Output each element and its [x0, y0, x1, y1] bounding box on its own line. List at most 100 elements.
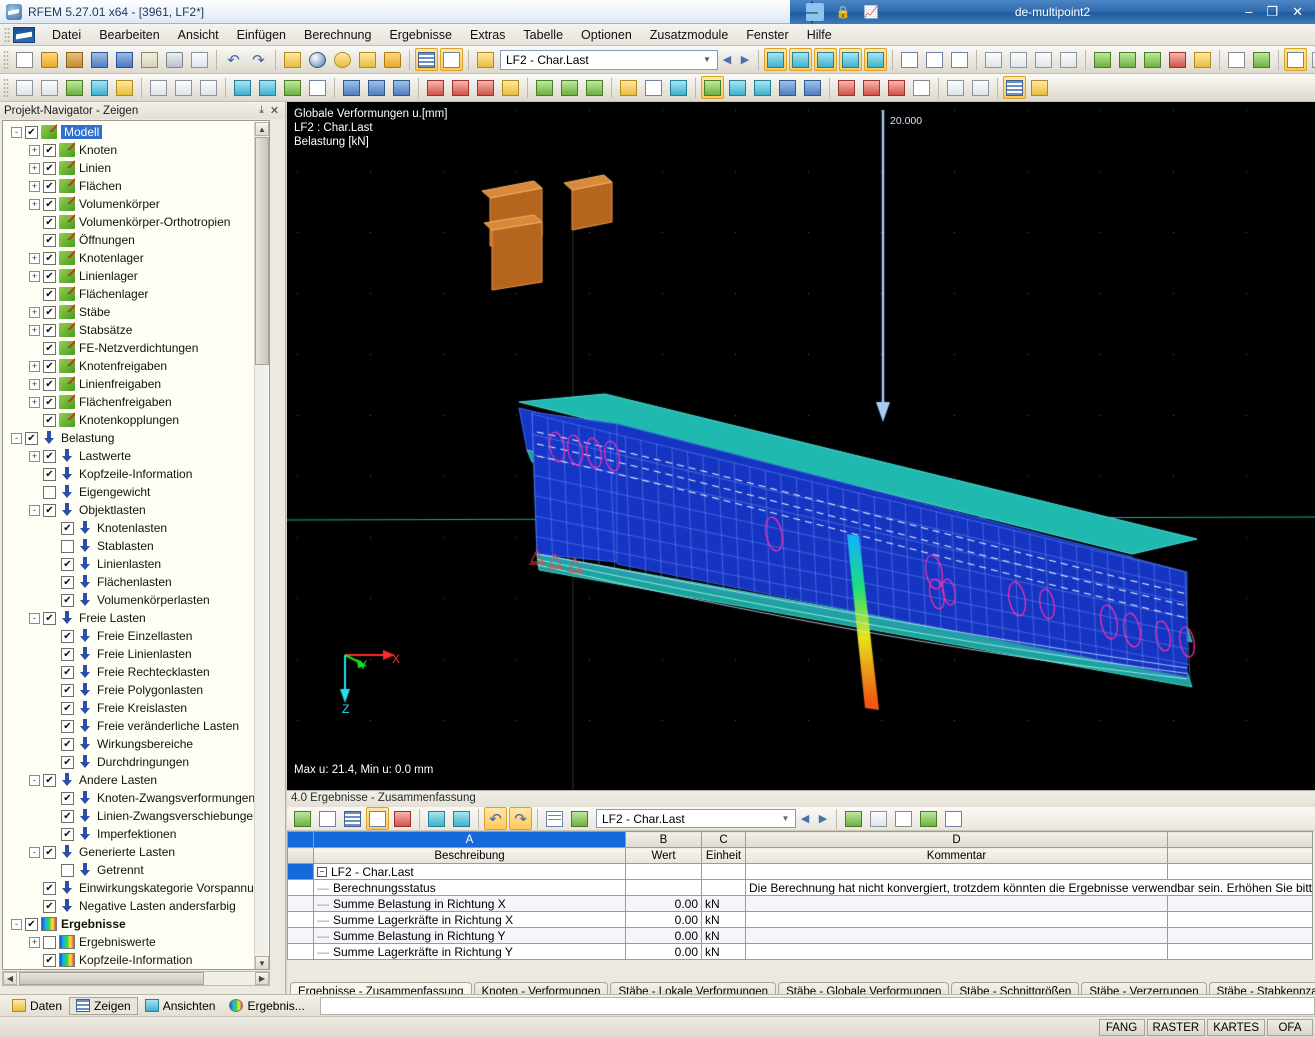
row-header-cell[interactable]: [288, 864, 314, 880]
zoom-window-button[interactable]: [1007, 48, 1030, 71]
table-print-button[interactable]: [867, 807, 890, 830]
table-excel-button[interactable]: [917, 807, 940, 830]
isolines-toggle-button[interactable]: [701, 76, 724, 99]
zoom-all-button[interactable]: [982, 48, 1005, 71]
menu-item-extras[interactable]: Extras: [461, 26, 514, 44]
open-button[interactable]: [38, 48, 61, 71]
show-solids-button[interactable]: [864, 48, 887, 71]
table-row[interactable]: —Summe Belastung in Richtung X0.00kN: [288, 896, 1313, 912]
tree-expander-icon[interactable]: +: [29, 181, 40, 192]
menu-item-tabelle[interactable]: Tabelle: [514, 26, 572, 44]
tree-item[interactable]: Stablasten: [3, 537, 269, 555]
results-table[interactable]: ABCDBeschreibungWertEinheitKommentar−LF2…: [287, 831, 1313, 960]
member-scale-button[interactable]: [499, 76, 522, 99]
redo-button[interactable]: ↷: [247, 48, 270, 71]
tree-expander-icon[interactable]: -: [11, 127, 22, 138]
view-iso-button[interactable]: [1057, 48, 1080, 71]
tree-item[interactable]: +✔Knotenlager: [3, 249, 269, 267]
result-deform-button[interactable]: [63, 76, 86, 99]
table-lc-prev-button[interactable]: ◀: [796, 809, 814, 829]
tree-expander-icon[interactable]: -: [29, 613, 40, 624]
tree-item[interactable]: Eigengewicht: [3, 483, 269, 501]
tree-item[interactable]: +✔Flächenfreigaben: [3, 393, 269, 411]
tree-item[interactable]: ✔Knotenlasten: [3, 519, 269, 537]
open-project-button[interactable]: [63, 48, 86, 71]
tree-checkbox[interactable]: ✔: [61, 702, 74, 715]
load-case-combo[interactable]: LF2 - Char.Last ▼: [500, 50, 718, 70]
cell-unit[interactable]: kN: [702, 912, 746, 928]
menu-item-hilfe[interactable]: Hilfe: [798, 26, 841, 44]
tree-item[interactable]: ✔Knotenkopplungen: [3, 411, 269, 429]
tree-item[interactable]: +✔Linien: [3, 159, 269, 177]
dimension-button[interactable]: [1091, 48, 1114, 71]
tree-item[interactable]: -✔Modell: [3, 123, 269, 141]
open-window-button[interactable]: [381, 48, 404, 71]
tree-checkbox[interactable]: ✔: [43, 396, 56, 409]
snapshot-button[interactable]: [944, 76, 967, 99]
tree-horizontal-scrollbar[interactable]: ◀ ▶: [2, 971, 270, 986]
show-results-button[interactable]: [814, 48, 837, 71]
undo-button[interactable]: ↶: [222, 48, 245, 71]
table-group-row[interactable]: −LF2 - Char.Last: [288, 864, 1313, 880]
tree-item[interactable]: ✔Flächenlasten: [3, 573, 269, 591]
printout-button[interactable]: [1225, 48, 1248, 71]
tree-checkbox[interactable]: ✔: [43, 414, 56, 427]
table-import-button[interactable]: [341, 807, 364, 830]
prev-load-case-button[interactable]: ◀: [718, 50, 736, 70]
tree-expander-icon[interactable]: +: [29, 199, 40, 210]
3d-model-canvas[interactable]: [287, 102, 1315, 790]
print-view-button[interactable]: [969, 76, 992, 99]
tree-checkbox[interactable]: ✔: [25, 918, 38, 931]
tree-checkbox[interactable]: ✔: [61, 648, 74, 661]
table-grid-button[interactable]: [543, 807, 566, 830]
cell-value[interactable]: 0.00: [626, 928, 702, 944]
tree-checkbox[interactable]: ✔: [43, 954, 56, 967]
tree-checkbox[interactable]: ✔: [61, 828, 74, 841]
results-toolbar-grip[interactable]: [3, 78, 9, 98]
tree-item[interactable]: ✔Freie Kreislasten: [3, 699, 269, 717]
tree-item[interactable]: ✔Negative Lasten andersfarbig: [3, 897, 269, 915]
cell-description[interactable]: —Berechnungsstatus: [314, 880, 626, 896]
tree-item[interactable]: ✔Volumenkörperlasten: [3, 591, 269, 609]
member-fill-button[interactable]: [474, 76, 497, 99]
select-objects-button[interactable]: [281, 48, 304, 71]
table-report-button[interactable]: [892, 807, 915, 830]
tree-checkbox[interactable]: ✔: [25, 126, 38, 139]
chevron-down-icon[interactable]: ▼: [699, 52, 715, 68]
table-redo-button[interactable]: ↷: [509, 807, 532, 830]
tree-checkbox[interactable]: ✔: [43, 162, 56, 175]
statusbar-button-ansichten[interactable]: Ansichten: [138, 997, 223, 1015]
row-header-cell[interactable]: [288, 912, 314, 928]
view-cube-button[interactable]: [801, 76, 824, 99]
tree-item[interactable]: ✔Wirkungsbereiche: [3, 735, 269, 753]
support-reactions-button[interactable]: [533, 76, 556, 99]
column-letter-header[interactable]: A: [314, 832, 626, 848]
scale-reset-button[interactable]: [197, 76, 220, 99]
result-panel-button[interactable]: [642, 76, 665, 99]
tree-expander-icon[interactable]: +: [29, 271, 40, 282]
report-button[interactable]: [910, 76, 933, 99]
clipping-plane-button[interactable]: [776, 76, 799, 99]
tree-item[interactable]: ✔Kopfzeile-Information: [3, 951, 269, 969]
show-surfaces-button[interactable]: [839, 48, 862, 71]
tree-expander-icon[interactable]: +: [29, 397, 40, 408]
scale-up-button[interactable]: [147, 76, 170, 99]
tree-item[interactable]: -✔Freie Lasten: [3, 609, 269, 627]
tree-expander-icon[interactable]: +: [29, 361, 40, 372]
tree-checkbox[interactable]: ✔: [43, 144, 56, 157]
tree-item[interactable]: ✔Freie Rechtecklasten: [3, 663, 269, 681]
chevron-down-icon[interactable]: ▼: [778, 811, 793, 826]
menu-item-ansicht[interactable]: Ansicht: [169, 26, 228, 44]
model-viewport[interactable]: Globale Verformungen u.[mm] LF2 : Char.L…: [287, 102, 1315, 790]
tree-checkbox[interactable]: ✔: [43, 450, 56, 463]
tree-item[interactable]: +✔Lastwerte: [3, 447, 269, 465]
result-nav-first-button[interactable]: [13, 76, 36, 99]
table-corner-cell[interactable]: [288, 832, 314, 848]
scroll-right-icon[interactable]: ▶: [255, 972, 269, 985]
tree-checkbox[interactable]: ✔: [43, 774, 56, 787]
tree-item[interactable]: Getrennt: [3, 861, 269, 879]
tree-checkbox[interactable]: ✔: [43, 504, 56, 517]
tree-expander-icon[interactable]: +: [29, 451, 40, 462]
measure-button[interactable]: [1116, 48, 1139, 71]
tree-item[interactable]: -✔Generierte Lasten: [3, 843, 269, 861]
